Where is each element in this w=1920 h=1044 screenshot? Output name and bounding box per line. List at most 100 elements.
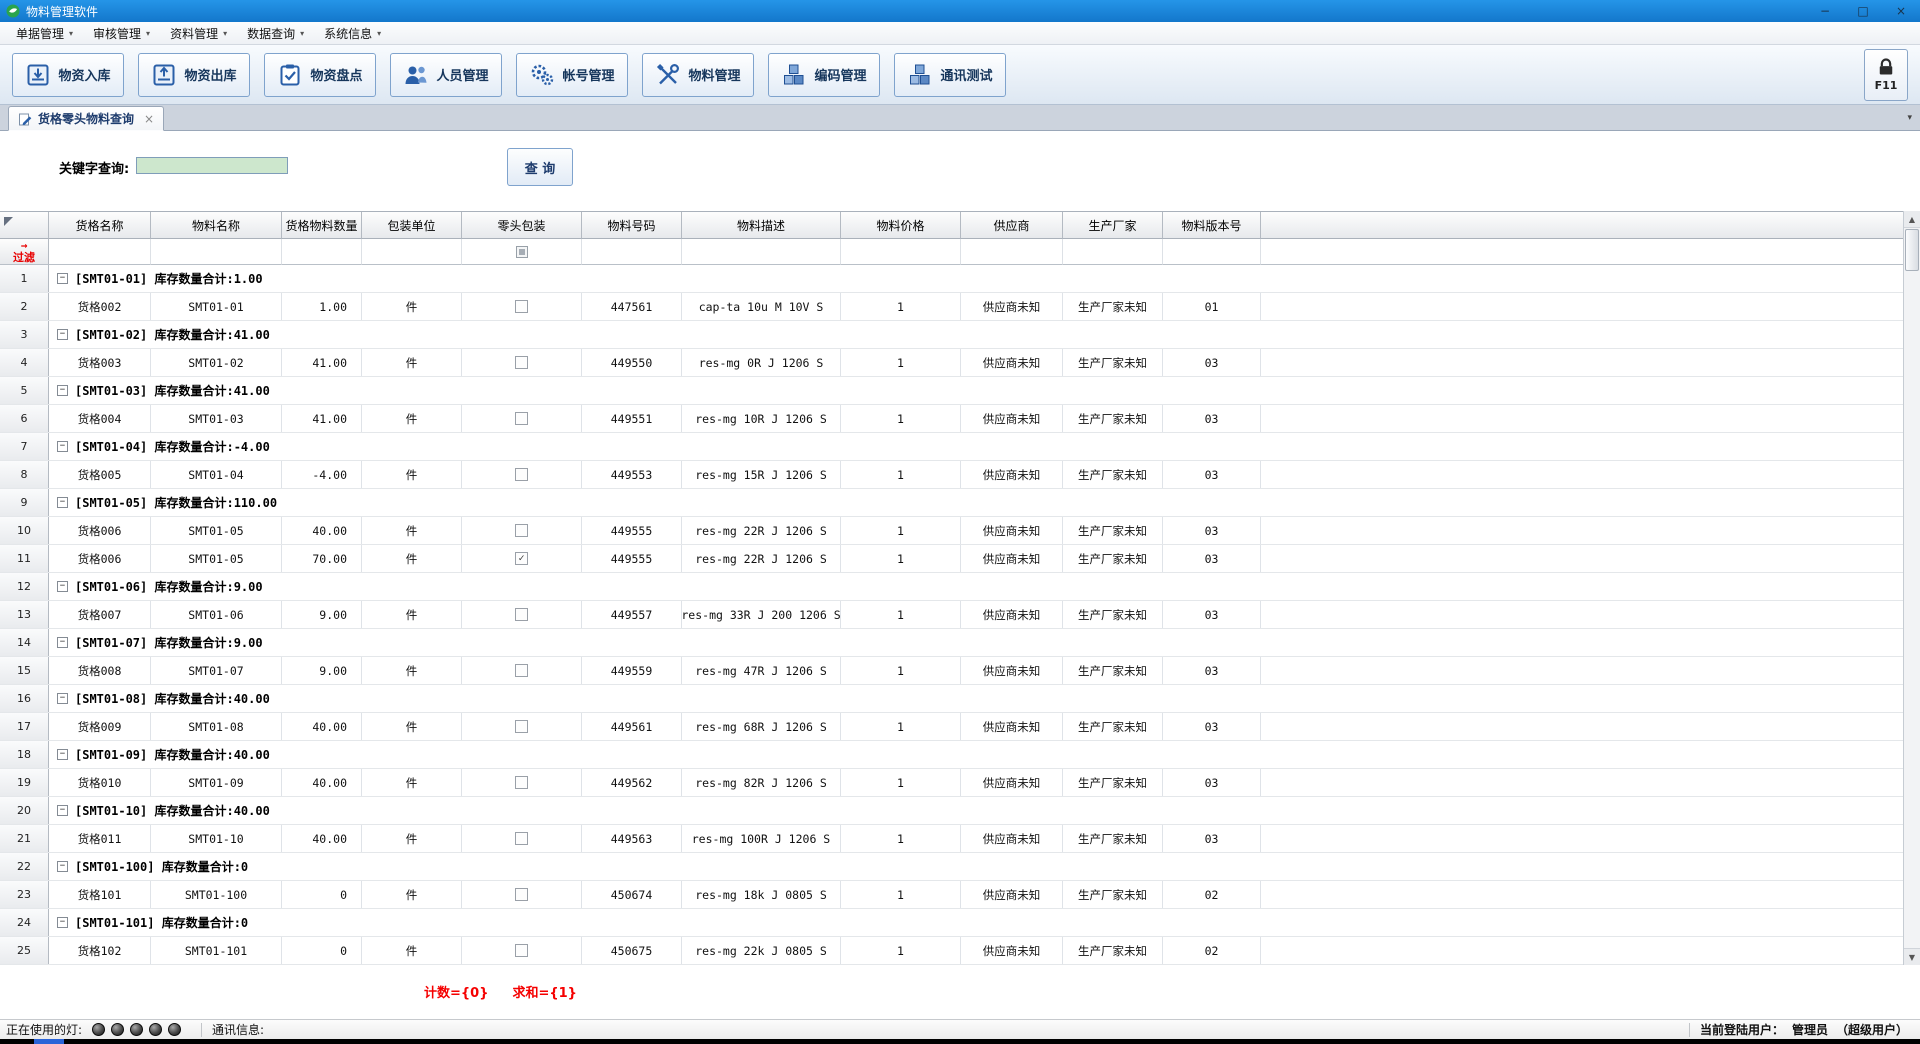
cell-price[interactable]: 1 xyxy=(841,937,961,964)
cell-unit[interactable]: 件 xyxy=(362,545,462,572)
table-row[interactable]: 2货格002SMT01-011.00件447561cap-ta 10u M 10… xyxy=(0,293,1903,321)
cell-unit[interactable]: 件 xyxy=(362,937,462,964)
table-row[interactable]: 25货格102SMT01-1010件450675res-mg 22k J 080… xyxy=(0,937,1903,965)
cell-odd_pack[interactable] xyxy=(462,881,582,908)
table-row[interactable]: 17货格009SMT01-0840.00件449561res-mg 68R J … xyxy=(0,713,1903,741)
filter-cell-4[interactable] xyxy=(462,239,582,265)
cell-material[interactable]: SMT01-09 xyxy=(151,769,282,796)
cell-code[interactable]: 449553 xyxy=(582,461,682,488)
filter-odd-pack-checkbox[interactable] xyxy=(516,246,528,258)
cell-unit[interactable]: 件 xyxy=(362,713,462,740)
cell-qty[interactable]: 40.00 xyxy=(282,825,362,852)
cell-code[interactable]: 449563 xyxy=(582,825,682,852)
tab-list-button[interactable]: ▾ xyxy=(1907,113,1912,123)
cell-material[interactable]: SMT01-04 xyxy=(151,461,282,488)
account-management-button[interactable]: 帐号管理 xyxy=(516,53,628,97)
group-row[interactable]: 22−[SMT01-100] 库存数量合计:0 xyxy=(0,853,1903,881)
column-header-4[interactable]: 零头包装 xyxy=(462,212,582,239)
table-row[interactable]: 11货格006SMT01-0570.00件✓449555res-mg 22R J… xyxy=(0,545,1903,573)
cell-shelf[interactable]: 货格005 xyxy=(49,461,151,488)
cell-material[interactable]: SMT01-05 xyxy=(151,517,282,544)
cell-desc[interactable]: res-mg 47R J 1206 S xyxy=(682,657,841,684)
cell-shelf[interactable]: 货格006 xyxy=(49,517,151,544)
code-management-button[interactable]: 编码管理 xyxy=(768,53,880,97)
tab-close-icon[interactable]: × xyxy=(144,112,154,126)
odd-pack-checkbox[interactable] xyxy=(515,832,528,845)
comm-test-button[interactable]: 通讯测试 xyxy=(894,53,1006,97)
cell-manufacturer[interactable]: 生产厂家未知 xyxy=(1063,657,1163,684)
collapse-toggle[interactable]: − xyxy=(57,385,68,396)
cell-shelf[interactable]: 货格009 xyxy=(49,713,151,740)
cell-price[interactable]: 1 xyxy=(841,825,961,852)
cell-supplier[interactable]: 供应商未知 xyxy=(961,461,1063,488)
group-row[interactable]: 1−[SMT01-01] 库存数量合计:1.00 xyxy=(0,265,1903,293)
cell-version[interactable]: 02 xyxy=(1163,881,1261,908)
collapse-toggle[interactable]: − xyxy=(57,329,68,340)
cell-supplier[interactable]: 供应商未知 xyxy=(961,545,1063,572)
cell-supplier[interactable]: 供应商未知 xyxy=(961,293,1063,320)
cell-odd_pack[interactable] xyxy=(462,657,582,684)
cell-manufacturer[interactable]: 生产厂家未知 xyxy=(1063,545,1163,572)
minimize-button[interactable]: − xyxy=(1806,0,1844,22)
cell-code[interactable]: 449550 xyxy=(582,349,682,376)
collapse-toggle[interactable]: − xyxy=(57,917,68,928)
cell-version[interactable]: 03 xyxy=(1163,601,1261,628)
collapse-toggle[interactable]: − xyxy=(57,693,68,704)
cell-unit[interactable]: 件 xyxy=(362,825,462,852)
cell-unit[interactable]: 件 xyxy=(362,293,462,320)
odd-pack-checkbox[interactable] xyxy=(515,608,528,621)
filter-cell-7[interactable] xyxy=(841,239,961,265)
cell-material[interactable]: SMT01-02 xyxy=(151,349,282,376)
cell-supplier[interactable]: 供应商未知 xyxy=(961,601,1063,628)
odd-pack-checkbox[interactable] xyxy=(515,720,528,733)
cell-qty[interactable]: 70.00 xyxy=(282,545,362,572)
cell-shelf[interactable]: 货格102 xyxy=(49,937,151,964)
scroll-up-button[interactable]: ▲ xyxy=(1904,211,1920,228)
table-row[interactable]: 15货格008SMT01-079.00件449559res-mg 47R J 1… xyxy=(0,657,1903,685)
cell-material[interactable]: SMT01-07 xyxy=(151,657,282,684)
cell-manufacturer[interactable]: 生产厂家未知 xyxy=(1063,517,1163,544)
filter-cell-0[interactable] xyxy=(49,239,151,265)
cell-material[interactable]: SMT01-06 xyxy=(151,601,282,628)
cell-supplier[interactable]: 供应商未知 xyxy=(961,405,1063,432)
filter-cell-2[interactable] xyxy=(282,239,362,265)
cell-manufacturer[interactable]: 生产厂家未知 xyxy=(1063,461,1163,488)
group-row[interactable]: 3−[SMT01-02] 库存数量合计:41.00 xyxy=(0,321,1903,349)
column-header-0[interactable]: 货格名称 xyxy=(49,212,151,239)
cell-odd_pack[interactable] xyxy=(462,825,582,852)
cell-unit[interactable]: 件 xyxy=(362,461,462,488)
cell-odd_pack[interactable] xyxy=(462,601,582,628)
cell-supplier[interactable]: 供应商未知 xyxy=(961,713,1063,740)
cell-unit[interactable]: 件 xyxy=(362,517,462,544)
cell-unit[interactable]: 件 xyxy=(362,601,462,628)
cell-version[interactable]: 03 xyxy=(1163,825,1261,852)
collapse-toggle[interactable]: − xyxy=(57,805,68,816)
odd-pack-checkbox[interactable] xyxy=(515,944,528,957)
cell-code[interactable]: 449562 xyxy=(582,769,682,796)
filter-cell-10[interactable] xyxy=(1163,239,1261,265)
column-header-8[interactable]: 供应商 xyxy=(961,212,1063,239)
cell-manufacturer[interactable]: 生产厂家未知 xyxy=(1063,349,1163,376)
cell-qty[interactable]: 40.00 xyxy=(282,769,362,796)
table-row[interactable]: 13货格007SMT01-069.00件449557res-mg 33R J 2… xyxy=(0,601,1903,629)
cell-desc[interactable]: res-mg 68R J 1206 S xyxy=(682,713,841,740)
cell-manufacturer[interactable]: 生产厂家未知 xyxy=(1063,937,1163,964)
collapse-toggle[interactable]: − xyxy=(57,637,68,648)
cell-shelf[interactable]: 货格008 xyxy=(49,657,151,684)
odd-pack-checkbox[interactable] xyxy=(515,524,528,537)
scroll-down-button[interactable]: ▼ xyxy=(1904,948,1920,965)
menu-item-audit-management[interactable]: 审核管理▾ xyxy=(83,22,160,45)
cell-manufacturer[interactable]: 生产厂家未知 xyxy=(1063,825,1163,852)
filter-row-header[interactable]: →过滤 xyxy=(0,239,49,265)
cell-price[interactable]: 1 xyxy=(841,461,961,488)
filter-cell-5[interactable] xyxy=(582,239,682,265)
table-row[interactable]: 19货格010SMT01-0940.00件449562res-mg 82R J … xyxy=(0,769,1903,797)
cell-price[interactable]: 1 xyxy=(841,545,961,572)
cell-qty[interactable]: 9.00 xyxy=(282,657,362,684)
cell-supplier[interactable]: 供应商未知 xyxy=(961,517,1063,544)
cell-desc[interactable]: res-mg 22R J 1206 S xyxy=(682,545,841,572)
column-header-6[interactable]: 物料描述 xyxy=(682,212,841,239)
cell-material[interactable]: SMT01-08 xyxy=(151,713,282,740)
cell-manufacturer[interactable]: 生产厂家未知 xyxy=(1063,769,1163,796)
menu-item-system-info[interactable]: 系统信息▾ xyxy=(314,22,391,45)
